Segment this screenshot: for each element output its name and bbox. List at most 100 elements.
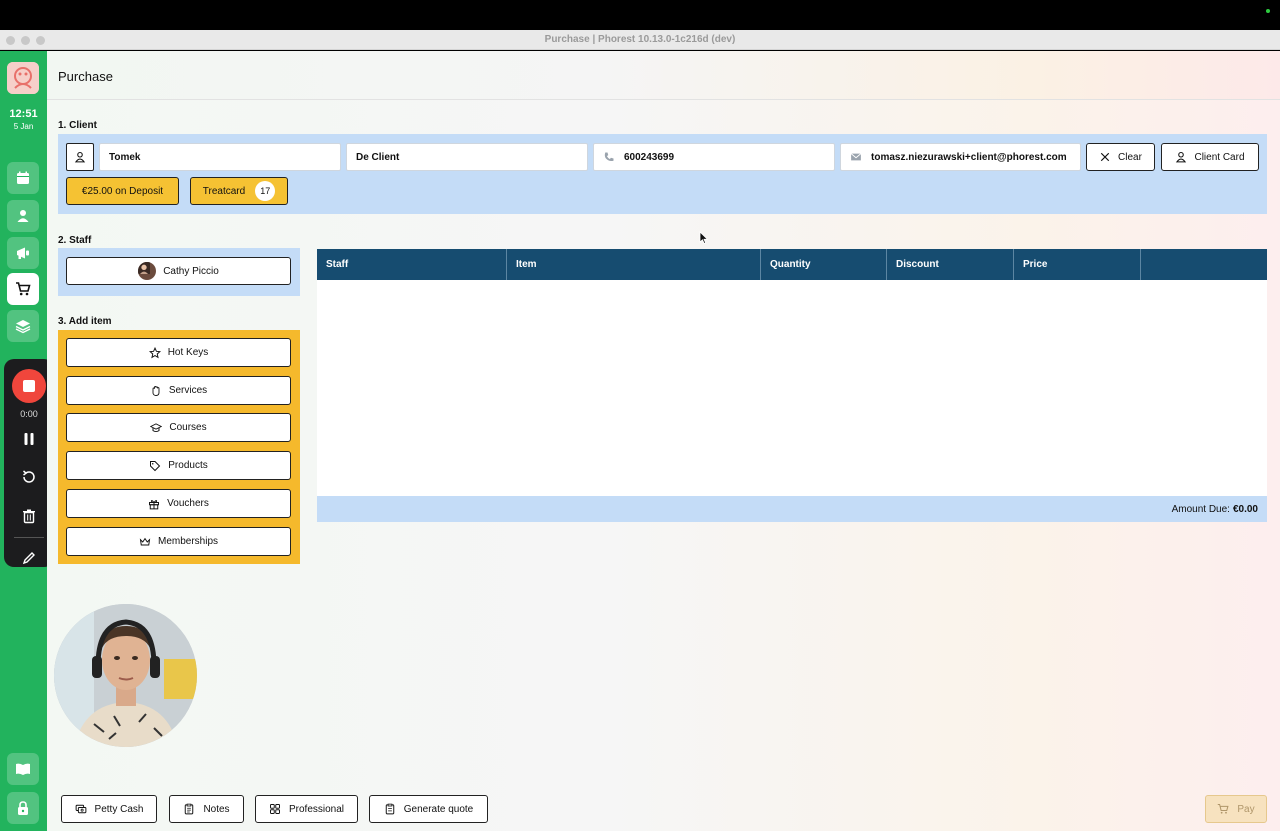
hot-keys-label: Hot Keys [167,347,209,358]
client-panel: Tomek De Client 600243699 tomasz.niezura… [58,134,1267,214]
deposit-button[interactable]: €25.00 on Deposit [66,177,179,205]
courses-button[interactable]: Courses [66,413,291,442]
staff-avatar [138,262,157,280]
client-search-button[interactable] [66,143,94,171]
sidebar-item-help[interactable] [7,753,39,785]
recorder-divider [14,537,44,538]
restart-icon [23,470,35,483]
pay-button[interactable]: Pay [1205,795,1267,823]
client-card-button[interactable]: Client Card [1161,143,1259,171]
cart-icon [16,282,31,296]
table-header: Staff Item Quantity Discount Price [317,249,1267,280]
sidebar-item-appointments[interactable] [7,162,39,194]
user-outline-icon [74,151,86,163]
table-footer: Amount Due: €0.00 [317,496,1267,522]
add-item-section-label: 3. Add item [58,316,112,327]
column-header-item: Item [507,249,761,280]
petty-cash-button[interactable]: Petty Cash [61,795,157,823]
draw-button[interactable] [19,551,39,565]
last-name-field[interactable]: De Client [346,143,588,171]
stop-icon [23,380,35,392]
layers-icon [15,320,31,334]
restart-recording-button[interactable] [19,467,39,487]
pay-label: Pay [1237,803,1255,815]
amount-due-label: Amount Due: [1171,503,1230,515]
generate-quote-label: Generate quote [403,803,474,815]
sidebar-item-lock[interactable] [7,792,39,824]
memberships-button[interactable]: Memberships [66,527,291,556]
clock-time: 12:51 [9,108,38,120]
calendar-icon [17,171,29,184]
app-logo[interactable] [7,62,39,94]
treatcard-count-badge: 17 [255,181,276,201]
notes-button[interactable]: Notes [169,795,244,823]
presenter-video-image [54,604,197,747]
page-header: Purchase [47,51,1280,100]
column-header-actions [1141,249,1267,280]
vouchers-label: Vouchers [167,498,209,509]
petty-cash-label: Petty Cash [94,803,144,815]
sidebar-item-marketing[interactable] [7,237,39,269]
treatcard-button[interactable]: Treatcard 17 [190,177,288,205]
hand-icon [152,385,160,396]
sidebar-item-stock[interactable] [7,310,39,342]
gift-icon [149,499,160,509]
webcam-bubble[interactable] [54,604,197,747]
sidebar-item-purchase[interactable] [7,273,39,305]
pause-recording-button[interactable] [19,429,39,449]
window-title: Purchase | Phorest 10.13.0-1c216d (dev) [544,34,736,45]
delete-recording-button[interactable] [19,506,39,526]
staff-name: Cathy Piccio [163,265,219,277]
services-button[interactable]: Services [66,376,291,405]
last-name-value: De Client [356,151,400,163]
first-name-field[interactable]: Tomek [99,143,341,171]
professional-label: Professional [288,803,345,815]
client-card-label: Client Card [1194,151,1245,163]
trash-icon [23,509,35,524]
lock-icon [18,801,28,815]
star-icon [148,346,161,358]
professional-button[interactable]: Professional [255,795,358,823]
tag-icon [150,460,161,471]
crown-icon [139,537,151,545]
column-header-discount: Discount [887,249,1014,280]
products-label: Products [168,460,208,471]
client-icon [17,210,29,222]
staff-select-button[interactable]: Cathy Piccio [66,257,291,285]
grid-icon [269,804,280,814]
clipboard-icon [185,803,194,815]
first-name-value: Tomek [109,151,141,163]
phone-value: 600243699 [624,151,675,163]
deposit-label: €25.00 on Deposit [81,185,164,197]
mouse-cursor-icon [699,231,709,245]
sale-items-table: Staff Item Quantity Discount Price Amoun… [317,249,1267,522]
email-field[interactable]: tomasz.niezurawski+client@phorest.com [840,143,1081,171]
user-outline-icon [1176,151,1187,163]
mail-icon [850,151,862,163]
staff-panel: Cathy Piccio [58,248,300,296]
page-title: Purchase [58,69,113,84]
table-body [317,280,1267,496]
clear-client-button[interactable]: Clear [1086,143,1155,171]
pause-icon [24,433,34,445]
main-content: Purchase 1. Client Tomek De Client 60024… [47,51,1280,831]
phone-icon [603,151,615,163]
pencil-icon [22,552,35,565]
phone-field[interactable]: 600243699 [593,143,835,171]
cash-icon [75,804,86,814]
cart-icon [1218,803,1229,814]
hot-keys-button[interactable]: Hot Keys [66,338,291,367]
graduation-cap-icon [150,422,163,432]
vouchers-button[interactable]: Vouchers [66,489,291,518]
notes-label: Notes [203,803,230,815]
sidebar-item-clients[interactable] [7,200,39,232]
memberships-label: Memberships [157,536,219,547]
sidebar-clock: 12:51 5 Jan [0,108,47,131]
column-header-price: Price [1014,249,1141,280]
products-button[interactable]: Products [66,451,291,480]
staff-section-label: 2. Staff [58,235,92,246]
generate-quote-button[interactable]: Generate quote [369,795,488,823]
close-icon [1100,152,1110,162]
stop-recording-button[interactable] [12,369,46,403]
client-section-label: 1. Client [58,120,97,131]
